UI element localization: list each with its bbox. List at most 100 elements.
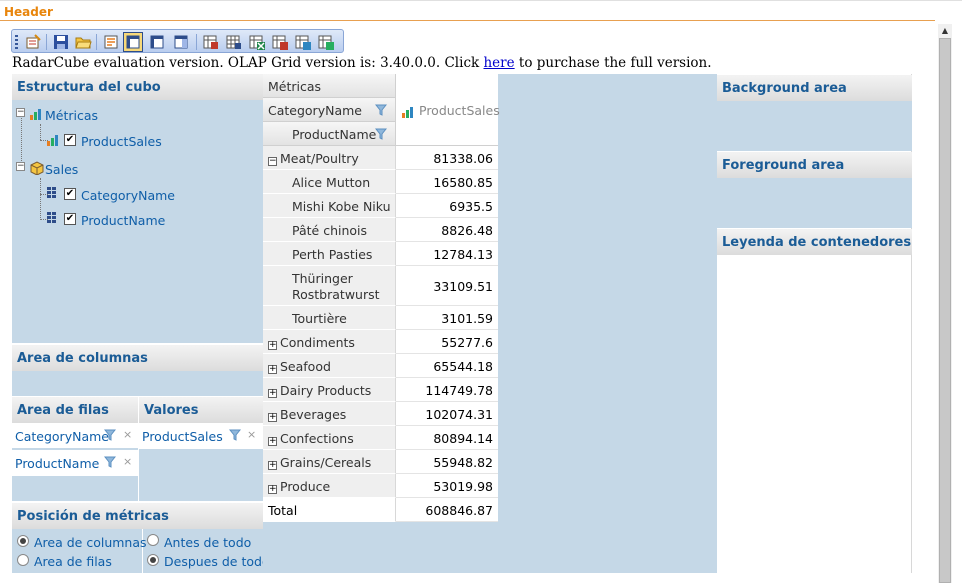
background-area-title: Background area	[717, 75, 912, 101]
tree-node-sales[interactable]: − Sales	[16, 160, 256, 178]
grid-row-label[interactable]: Pâté chinois	[263, 218, 396, 242]
filter-icon[interactable]	[103, 429, 117, 441]
vertical-scrollbar[interactable]: ▲	[938, 24, 952, 583]
grid-row-label[interactable]: + Beverages	[263, 402, 396, 426]
column-area-dropzone[interactable]	[12, 371, 263, 396]
grid-value-cell: 55277.6	[396, 330, 498, 354]
layout-1-icon[interactable]	[123, 32, 143, 52]
hierarchy-icon	[46, 186, 58, 203]
evaluation-text: RadarCube evaluation version. OLAP Grid …	[12, 55, 484, 71]
cube-icon	[29, 160, 44, 178]
grid-value-cell: 102074.31	[396, 402, 498, 426]
tree-node-productsales[interactable]: ✔ ProductSales	[46, 132, 256, 150]
grid-row-label[interactable]: + Condiments	[263, 330, 396, 354]
grid-row-label[interactable]: + Seafood	[263, 354, 396, 378]
legend-title: Leyenda de contenedores	[717, 229, 912, 255]
tree-node-categoryname[interactable]: ✔ CategoryName	[46, 186, 256, 204]
purchase-link[interactable]: here	[483, 55, 514, 71]
tree-node-productname[interactable]: ✔ ProductName	[46, 211, 256, 229]
bar-chart-icon	[46, 133, 60, 150]
metrics-header[interactable]: Métricas	[263, 74, 396, 98]
expand-icon[interactable]: +	[268, 341, 277, 350]
grid-row-label[interactable]: − Meat/Poultry	[263, 146, 396, 170]
filter-icon[interactable]	[103, 456, 117, 468]
radio-label: Antes de todo	[164, 535, 252, 550]
tree-label-productsales: ProductSales	[81, 134, 162, 149]
tree-label-sales: Sales	[45, 162, 79, 177]
export-grid-icon[interactable]	[225, 33, 243, 51]
filter-icon[interactable]	[374, 104, 388, 119]
remove-icon[interactable]: ×	[247, 428, 256, 441]
radio-button[interactable]	[17, 554, 29, 566]
checkbox-productname[interactable]: ✔	[64, 213, 76, 225]
grid-total-label: Total	[263, 498, 396, 522]
foreground-area-dropzone[interactable]	[717, 178, 912, 228]
remove-icon[interactable]: ×	[123, 455, 132, 468]
evaluation-text-end: to purchase the full version.	[514, 55, 712, 71]
grid-row-label[interactable]: Tourtière	[263, 306, 396, 330]
scroll-up-icon[interactable]: ▲	[938, 24, 952, 38]
grid-value-cell: 12784.13	[396, 242, 498, 266]
row-field-productname[interactable]: ProductName ×	[12, 450, 138, 476]
collapse-icon[interactable]: −	[16, 108, 25, 117]
grid-row-label[interactable]: + Confections	[263, 426, 396, 450]
expand-icon[interactable]: +	[268, 437, 277, 446]
filter-icon[interactable]	[374, 128, 388, 143]
remove-icon[interactable]: ×	[123, 428, 132, 441]
layout-2-icon[interactable]	[148, 33, 166, 51]
checkbox-productsales[interactable]: ✔	[64, 134, 76, 146]
radio-area-columnas[interactable]: Area de columnas	[17, 534, 147, 552]
export-pdf-icon[interactable]	[271, 33, 289, 51]
grid-row-label[interactable]: + Dairy Products	[263, 378, 396, 402]
collapse-icon[interactable]: −	[268, 157, 277, 166]
collapse-icon[interactable]: −	[16, 162, 25, 171]
tree-node-measures[interactable]: − Métricas	[16, 106, 256, 124]
filter-icon[interactable]	[228, 429, 242, 441]
export-csv-icon[interactable]	[317, 33, 335, 51]
layout-3-icon[interactable]	[172, 33, 190, 51]
grid-row-label[interactable]: Thüringer Rostbratwurst	[263, 266, 396, 306]
grid-value-cell: 55948.82	[396, 450, 498, 474]
grid-corner	[396, 74, 498, 98]
grid-value-cell: 65544.18	[396, 354, 498, 378]
row-label-text: Meat/Poultry	[280, 151, 359, 166]
export-excel-icon[interactable]	[248, 33, 266, 51]
grid-value-cell: 8826.48	[396, 218, 498, 242]
radio-antes-de-todo[interactable]: Antes de todo	[147, 534, 262, 552]
background-area-dropzone[interactable]	[717, 101, 912, 151]
export-html-icon[interactable]	[294, 33, 312, 51]
grid-row-label[interactable]: + Grains/Cereals	[263, 450, 396, 474]
radio-button[interactable]	[147, 534, 159, 546]
checkbox-categoryname[interactable]: ✔	[64, 188, 76, 200]
row-header-categoryname[interactable]: CategoryName	[263, 98, 396, 122]
measure-header-productsales[interactable]: ProductSales	[396, 98, 500, 146]
open-icon[interactable]	[74, 33, 92, 51]
radio-button[interactable]	[17, 535, 29, 547]
grid-row-label[interactable]: + Produce	[263, 474, 396, 498]
radio-area-filas[interactable]: Area de filas	[17, 553, 142, 571]
value-field-productsales[interactable]: ProductSales ×	[139, 423, 263, 449]
grid-row-label[interactable]: Mishi Kobe Niku	[263, 194, 396, 218]
bar-chart-icon	[401, 105, 415, 122]
export-icon[interactable]	[202, 33, 220, 51]
row-field-categoryname[interactable]: CategoryName ×	[12, 423, 138, 449]
radio-button[interactable]	[147, 554, 159, 566]
row-header-productname[interactable]: ProductName	[263, 122, 396, 146]
wizard-icon[interactable]	[102, 33, 120, 51]
scrollbar-thumb[interactable]	[939, 38, 951, 583]
expand-icon[interactable]: +	[268, 413, 277, 422]
expand-icon[interactable]: +	[268, 365, 277, 374]
header-divider	[0, 20, 935, 21]
expand-icon[interactable]: +	[268, 461, 277, 470]
expand-icon[interactable]: +	[268, 485, 277, 494]
row-area-title: Area de filas	[12, 397, 138, 423]
grid-row-label[interactable]: Perth Pasties	[263, 242, 396, 266]
expand-icon[interactable]: +	[268, 389, 277, 398]
row-label-line-1: Thüringer	[292, 271, 353, 286]
save-icon[interactable]	[52, 33, 70, 51]
radio-despues-de-todo[interactable]: Despues de todo	[147, 553, 270, 571]
toolbar-grip[interactable]	[15, 35, 18, 49]
row-label-text: Condiments	[280, 335, 355, 350]
grid-row-label[interactable]: Alice Mutton	[263, 170, 396, 194]
design-icon[interactable]	[24, 33, 42, 51]
